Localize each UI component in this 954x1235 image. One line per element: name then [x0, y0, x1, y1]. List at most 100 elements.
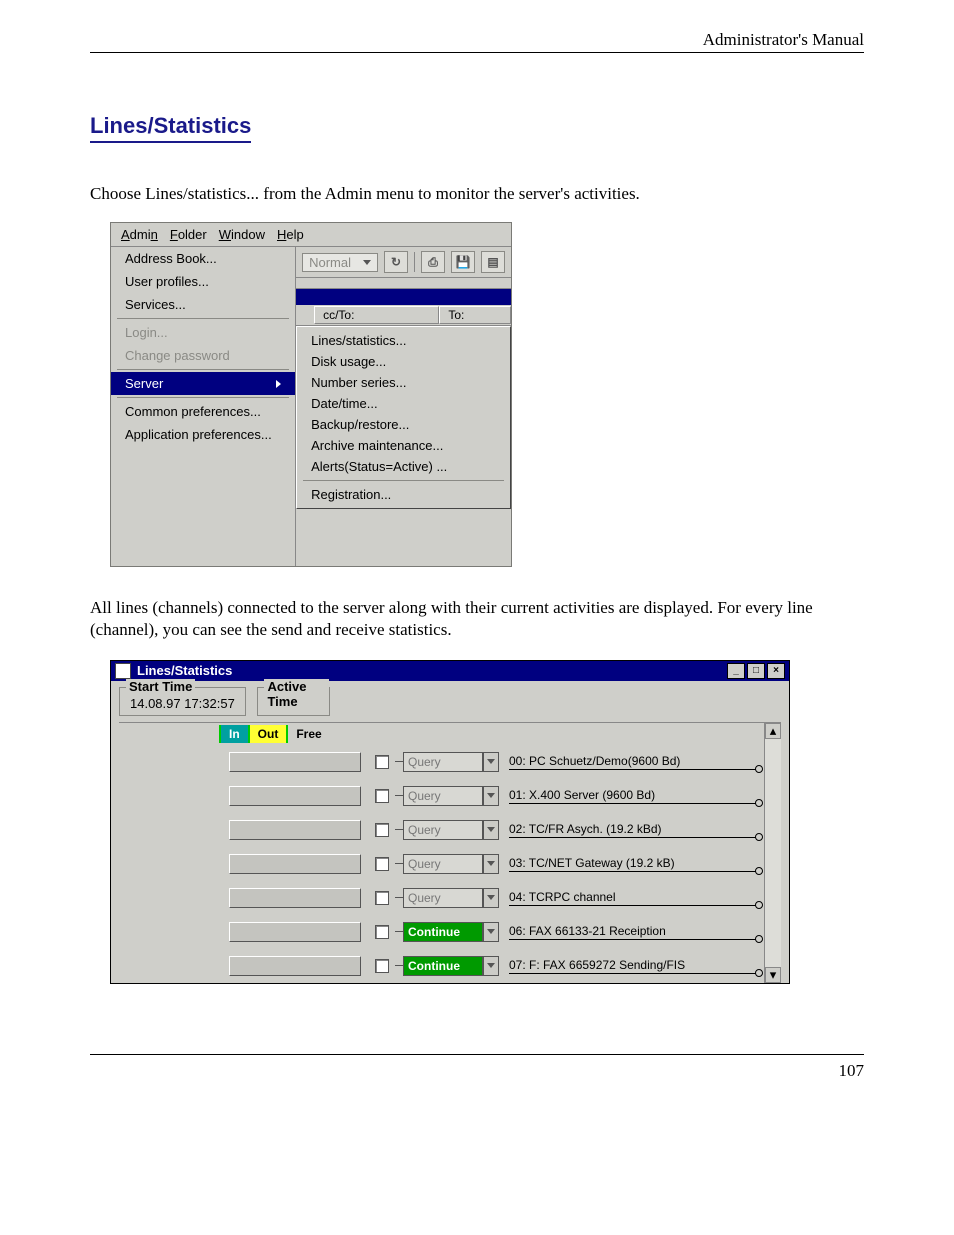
line-row: Query 04: TCRPC channel [119, 881, 764, 915]
line-state[interactable]: Query [403, 888, 483, 908]
menu-folder[interactable]: Folder [170, 227, 207, 242]
close-button[interactable]: × [767, 663, 785, 679]
mi-appprefs[interactable]: Application preferences... [111, 423, 295, 446]
line-checkbox[interactable] [375, 823, 389, 837]
sm-disk[interactable]: Disk usage... [297, 351, 510, 372]
line-row: Query00: PC Schuetz/Demo(9600 Bd) [119, 745, 764, 779]
line-checkbox[interactable] [375, 959, 389, 973]
body-paragraph: All lines (channels) connected to the se… [90, 597, 864, 640]
print-button[interactable]: ⎙ [421, 251, 445, 273]
menu-admin[interactable]: Admin [121, 227, 158, 242]
active-time-group: Active Time 00:09:39 [257, 687, 330, 716]
mi-commonprefs[interactable]: Common preferences... [111, 400, 295, 423]
line-state[interactable]: Query [403, 854, 483, 874]
intro-paragraph: Choose Lines/statistics... from the Admi… [90, 183, 864, 204]
minimize-button[interactable]: _ [727, 663, 745, 679]
line-label: 04: TCRPC channel [509, 890, 758, 906]
line-checkbox[interactable] [375, 891, 389, 905]
chevron-right-icon [276, 380, 281, 388]
lines-window: Lines/Statistics _ □ × Start Time 14.08.… [110, 660, 790, 984]
sm-alerts[interactable]: Alerts(Status=Active) ... [297, 456, 510, 477]
usage-bar [229, 786, 361, 806]
mi-addressbook[interactable]: Address Book... [111, 247, 295, 270]
usage-bar [229, 956, 361, 976]
mi-login: Login... [111, 321, 295, 344]
line-label: 03: TC/NET Gateway (19.2 kB) [509, 856, 758, 872]
start-time-label: Start Time [126, 679, 195, 694]
app-icon [115, 663, 131, 679]
line-state[interactable]: Query [403, 786, 483, 806]
sm-datetime[interactable]: Date/time... [297, 393, 510, 414]
doc-button[interactable]: ▤ [481, 251, 505, 273]
mi-server-label: Server [125, 376, 163, 391]
header-row: cc/To: To: [296, 305, 511, 326]
sm-backup[interactable]: Backup/restore... [297, 414, 510, 435]
sm-number[interactable]: Number series... [297, 372, 510, 393]
start-time-value: 14.08.97 17:32:57 [130, 696, 235, 711]
menu-screenshot: Admin Folder Window Help Address Book...… [110, 222, 512, 567]
mi-userprofiles[interactable]: User profiles... [111, 270, 295, 293]
usage-bar [229, 922, 361, 942]
line-row: Continue07: F: FAX 6659272 Sending/FIS [119, 949, 764, 983]
state-dropdown-icon[interactable] [483, 752, 499, 772]
vertical-scrollbar[interactable]: ▴ ▾ [764, 723, 781, 983]
line-checkbox[interactable] [375, 755, 389, 769]
legend-free: Free [286, 725, 329, 743]
sm-registration[interactable]: Registration... [297, 484, 510, 505]
active-time-label: Active Time [264, 679, 329, 709]
line-checkbox[interactable] [375, 925, 389, 939]
menubar: Admin Folder Window Help [111, 223, 511, 247]
state-dropdown-icon[interactable] [483, 956, 499, 976]
state-dropdown-icon[interactable] [483, 820, 499, 840]
line-state[interactable]: Query [403, 752, 483, 772]
sm-archive[interactable]: Archive maintenance... [297, 435, 510, 456]
admin-dropdown: Address Book... User profiles... Service… [111, 247, 295, 566]
state-dropdown-icon[interactable] [483, 888, 499, 908]
line-state[interactable]: Continue [403, 956, 483, 976]
line-row: Query 02: TC/FR Asych. (19.2 kBd) [119, 813, 764, 847]
legend-row: In Out Free [119, 723, 764, 745]
page-header: Administrator's Manual [90, 30, 864, 50]
state-dropdown-icon[interactable] [483, 854, 499, 874]
line-state[interactable]: Query [403, 820, 483, 840]
col-to: To: [439, 306, 511, 324]
maximize-button[interactable]: □ [747, 663, 765, 679]
refresh-button[interactable]: ↻ [384, 251, 408, 273]
priority-combo-label: Normal [309, 255, 351, 270]
state-dropdown-icon[interactable] [483, 922, 499, 942]
menu-window[interactable]: Window [219, 227, 265, 242]
scroll-down-icon[interactable]: ▾ [765, 967, 781, 983]
mi-changepw: Change password [111, 344, 295, 367]
usage-bar [229, 820, 361, 840]
mi-server[interactable]: Server [111, 372, 295, 395]
server-submenu: Lines/statistics... Disk usage... Number… [296, 326, 511, 509]
save-button[interactable]: 💾 [451, 251, 475, 273]
menu-help[interactable]: Help [277, 227, 304, 242]
window-title: Lines/Statistics [137, 663, 232, 678]
sm-lines[interactable]: Lines/statistics... [297, 330, 510, 351]
selection-bar [296, 289, 511, 305]
toolbar: Normal ↻ ⎙ 💾 ▤ [296, 247, 511, 278]
col-ccto: cc/To: [314, 306, 439, 324]
line-checkbox[interactable] [375, 857, 389, 871]
page-number: 107 [90, 1055, 864, 1081]
line-label: 06: FAX 66133-21 Receiption [509, 924, 758, 940]
line-label: 02: TC/FR Asych. (19.2 kBd) [509, 822, 758, 838]
usage-bar [229, 854, 361, 874]
line-row: Query 01: X.400 Server (9600 Bd) [119, 779, 764, 813]
state-dropdown-icon[interactable] [483, 786, 499, 806]
legend-in: In [219, 725, 248, 743]
usage-bar [229, 888, 361, 908]
line-label: 01: X.400 Server (9600 Bd) [509, 788, 758, 804]
mi-services[interactable]: Services... [111, 293, 295, 316]
titlebar: Lines/Statistics _ □ × [111, 661, 789, 681]
scroll-up-icon[interactable]: ▴ [765, 723, 781, 739]
priority-combo[interactable]: Normal [302, 253, 378, 272]
usage-bar [229, 752, 361, 772]
start-time-group: Start Time 14.08.97 17:32:57 [119, 687, 246, 716]
line-row: Continue 06: FAX 66133-21 Receiption [119, 915, 764, 949]
line-checkbox[interactable] [375, 789, 389, 803]
line-state[interactable]: Continue [403, 922, 483, 942]
legend-out: Out [248, 725, 287, 743]
line-row: Query 03: TC/NET Gateway (19.2 kB) [119, 847, 764, 881]
